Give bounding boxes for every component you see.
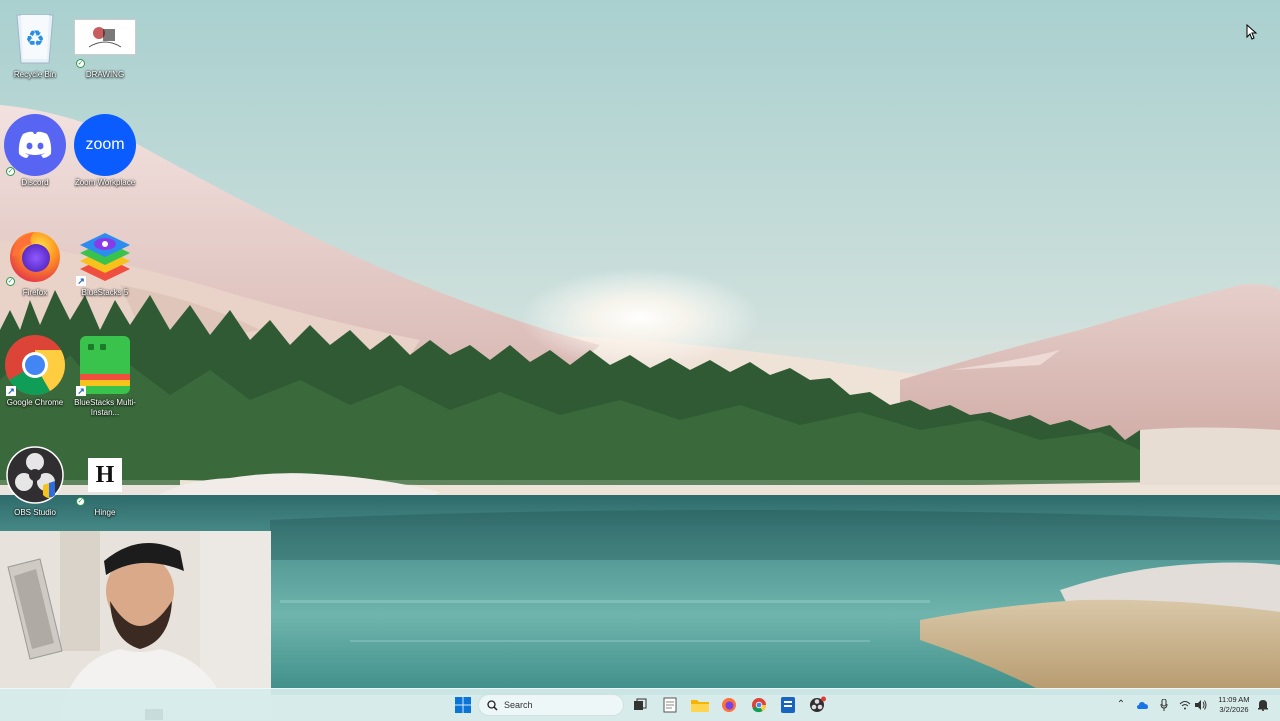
firefox-icon	[722, 698, 736, 712]
notifications-button[interactable]	[1256, 697, 1270, 713]
taskbar-search-box[interactable]: Search	[478, 694, 624, 716]
mouse-cursor	[1246, 23, 1258, 45]
taskbar: Search ⌃ 11:09 AM 3/2/2026	[0, 688, 1280, 721]
google-chrome-shortcut[interactable]: ↗ Google Chrome	[0, 334, 70, 434]
notepad-icon	[663, 697, 677, 713]
hinge-shortcut[interactable]: H ✓ Hinge	[70, 444, 140, 544]
zoom-icon: zoom	[74, 114, 136, 176]
clock-date: 3/2/2026	[1219, 705, 1249, 714]
obs-icon	[4, 444, 66, 506]
shortcut-arrow-icon: ↗	[6, 386, 16, 396]
search-placeholder: Search	[504, 700, 533, 710]
hinge-icon: H ✓	[74, 444, 136, 506]
shortcut-arrow-icon: ↗	[76, 386, 86, 396]
chrome-icon: ↗	[4, 334, 66, 396]
notepad-taskbar-button[interactable]	[658, 693, 682, 717]
obs-icon	[810, 696, 826, 712]
svg-text:♻: ♻	[25, 27, 45, 52]
sync-status-icon: ✓	[76, 497, 85, 506]
network-tray-button[interactable]	[1178, 697, 1192, 713]
zoom-logo-text: zoom	[85, 136, 125, 153]
clock-time: 11:09 AM	[1218, 695, 1250, 704]
onedrive-tray-button[interactable]	[1136, 697, 1150, 713]
task-view-button[interactable]	[628, 693, 652, 717]
onedrive-icon	[1137, 702, 1148, 709]
bluestacks-multi-instance-shortcut[interactable]: ↗ BlueStacks Multi-Instan...	[70, 334, 140, 434]
wifi-icon	[1179, 701, 1191, 710]
bluestacks-icon: ↗	[74, 224, 136, 286]
obs-studio-shortcut[interactable]: OBS Studio	[0, 444, 70, 544]
sync-status-icon: ✓	[76, 59, 85, 68]
desktop-icon-label: BlueStacks 5	[81, 288, 129, 297]
zoom-shortcut[interactable]: zoom Zoom Workplace	[70, 114, 140, 214]
taskbar-clock[interactable]: 11:09 AM 3/2/2026	[1212, 695, 1256, 715]
shortcut-arrow-icon: ↗	[76, 276, 86, 286]
store-icon	[781, 697, 795, 713]
notification-bell-icon	[1258, 700, 1268, 712]
file-explorer-taskbar-button[interactable]	[688, 693, 712, 717]
drawing-file-shortcut[interactable]: ✓ DRAWING	[70, 6, 140, 106]
recycle-bin-shortcut[interactable]: ♻ Recycle Bin	[0, 6, 70, 106]
discord-shortcut[interactable]: ✓ Discord	[0, 114, 70, 214]
desktop-icon-label: OBS Studio	[14, 508, 56, 517]
chrome-taskbar-button[interactable]	[747, 693, 771, 717]
desktop-icon-label: Hinge	[94, 508, 116, 517]
microsoft-store-taskbar-button[interactable]	[776, 693, 800, 717]
search-icon	[487, 699, 498, 711]
discord-icon: ✓	[4, 114, 66, 176]
obs-taskbar-button[interactable]	[806, 693, 830, 717]
show-hidden-icons-button[interactable]: ⌃	[1114, 697, 1128, 713]
desktop-icon-label: Recycle Bin	[13, 70, 57, 79]
desktop-icon-label: Discord	[21, 178, 49, 187]
firefox-shortcut[interactable]: ✓ Firefox	[0, 224, 70, 324]
bluestacks-multi-instance-icon: ↗	[74, 334, 136, 396]
firefox-icon: ✓	[4, 224, 66, 286]
bluestacks-shortcut[interactable]: ↗ BlueStacks 5	[70, 224, 140, 324]
volume-icon	[1195, 700, 1207, 710]
drawing-thumbnail-icon: ✓	[74, 6, 136, 68]
firefox-taskbar-button[interactable]	[717, 693, 741, 717]
desktop-icon-label: Zoom Workplace	[74, 178, 136, 187]
windows-start-icon	[455, 697, 471, 713]
start-button[interactable]	[451, 693, 475, 717]
recycle-bin-icon: ♻	[4, 6, 66, 68]
desktop-icon-label: BlueStacks Multi-Instan...	[74, 398, 136, 417]
hinge-logo-text: H	[95, 461, 115, 488]
microphone-tray-button[interactable]	[1157, 697, 1171, 713]
sync-status-icon: ✓	[6, 167, 15, 176]
sync-status-icon: ✓	[6, 277, 15, 286]
chrome-icon	[752, 698, 766, 713]
chevron-up-icon: ⌃	[1116, 699, 1126, 710]
desktop-icon-label: Google Chrome	[6, 398, 64, 407]
task-view-icon	[634, 698, 647, 710]
volume-tray-button[interactable]	[1194, 697, 1208, 713]
microphone-icon	[1160, 698, 1168, 711]
desktop-icon-label: DRAWING	[85, 70, 125, 79]
file-explorer-icon	[691, 700, 709, 712]
desktop-icon-label: Firefox	[22, 288, 48, 297]
